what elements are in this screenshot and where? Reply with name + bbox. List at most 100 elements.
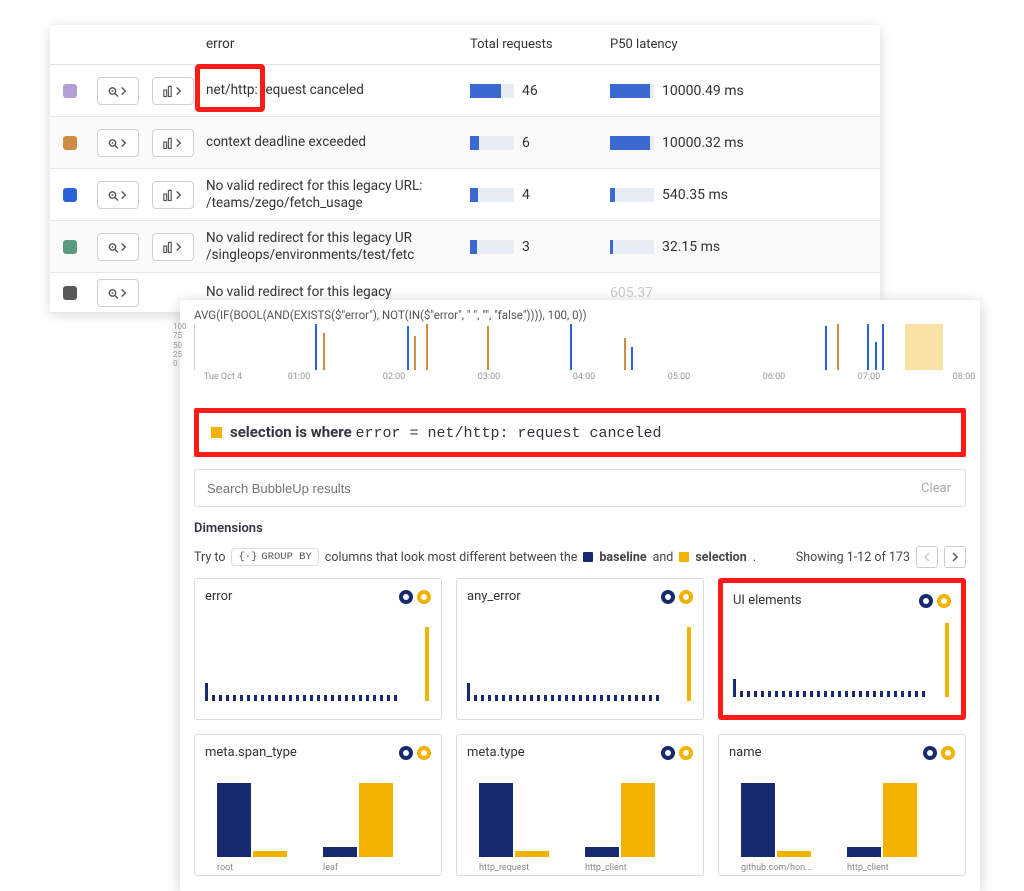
dimension-card-chart <box>205 777 431 857</box>
error-cell: context deadline exceeded <box>200 128 470 157</box>
total-cell: 3 <box>470 239 610 255</box>
series-swatch <box>63 286 77 300</box>
selection-swatch-icon <box>211 427 222 438</box>
dimension-card-chart <box>467 621 693 701</box>
series-swatch <box>63 188 77 202</box>
selection-ring-icon <box>679 590 693 604</box>
dimension-card-title: UI elements <box>733 593 802 608</box>
selection-ring-icon <box>417 746 431 760</box>
dimension-card-chart <box>733 617 951 697</box>
p50-cell: 10000.32 ms <box>610 135 780 151</box>
total-cell: 46 <box>470 83 610 99</box>
table-header-row: error Total requests P50 latency <box>50 25 880 65</box>
baseline-ring-icon <box>399 746 413 760</box>
dimension-card[interactable]: namegithub.com/hon...http_client <box>718 734 966 876</box>
bubbleup-icon-button[interactable] <box>152 77 194 105</box>
clear-button[interactable]: Clear <box>907 481 965 496</box>
dimensions-help-text: Try to {·} GROUP BY columns that look mo… <box>194 546 966 568</box>
groupby-pill[interactable]: {·} GROUP BY <box>231 548 318 566</box>
selection-ring-icon <box>941 746 955 760</box>
timeline-spike <box>323 333 325 370</box>
timeline-spike <box>315 324 317 370</box>
timeline-x-ticks: Tue Oct 401:0002:0003:0004:0005:0006:000… <box>194 372 966 386</box>
dimension-card-title: name <box>729 745 762 760</box>
trace-icon-button[interactable] <box>97 233 139 261</box>
table-row: No valid redirect for this legacy URL: /… <box>50 169 880 221</box>
baseline-ring-icon <box>923 746 937 760</box>
error-table-panel: error Total requests P50 latency net/htt… <box>50 25 880 313</box>
next-page-button[interactable] <box>944 546 966 568</box>
dimension-card-chart <box>467 777 693 857</box>
bubbleup-icon-button[interactable] <box>152 181 194 209</box>
total-cell: 6 <box>470 135 610 151</box>
bubbleup-search: Clear <box>194 469 966 507</box>
dimension-card-title: any_error <box>467 589 521 604</box>
selection-description: selection is where error = net/http: req… <box>194 408 966 457</box>
timeline-spike <box>487 326 489 370</box>
p50-cell: 540.35 ms <box>610 187 780 203</box>
prev-page-button[interactable] <box>916 546 938 568</box>
p50-cell: 10000.49 ms <box>610 83 780 99</box>
dimension-card[interactable]: error <box>194 578 442 720</box>
trace-icon-button[interactable] <box>97 181 139 209</box>
table-row: context deadline exceeded 6 10000.32 ms <box>50 117 880 169</box>
search-input[interactable] <box>195 481 907 496</box>
table-row: net/http: request canceled 46 10000.49 m… <box>50 65 880 117</box>
highlight-annotation <box>195 64 265 112</box>
bubbleup-icon-button[interactable] <box>152 129 194 157</box>
series-swatch <box>63 136 77 150</box>
timeline-y-ticks: 100 75 50 25 0 <box>173 322 187 368</box>
selection-expression: error = net/http: request canceled <box>355 425 661 442</box>
header-p50: P50 latency <box>610 37 780 52</box>
header-error: error <box>200 30 470 59</box>
dimension-card[interactable]: any_error <box>456 578 704 720</box>
error-cell: No valid redirect for this legacy UR /si… <box>200 224 470 270</box>
timeline-spike <box>882 324 884 370</box>
selection-prefix: selection is where <box>230 423 355 441</box>
dimension-cards-grid: error any_error UI elements meta.span_typer… <box>194 578 966 876</box>
timeline-chart[interactable]: 100 75 50 25 0 <box>194 324 966 370</box>
trace-icon-button[interactable] <box>97 129 139 157</box>
timeline-spike <box>624 338 626 370</box>
p50-cell: 32.15 ms <box>610 239 780 255</box>
bubbleup-panel: AVG(IF(BOOL(AND(EXISTS($"error"), NOT(IN… <box>180 300 980 891</box>
timeline-spike <box>414 336 416 371</box>
bubbleup-icon-button[interactable] <box>152 233 194 261</box>
total-cell: 4 <box>470 187 610 203</box>
baseline-ring-icon <box>919 594 933 608</box>
selection-ring-icon <box>417 590 431 604</box>
timeline-selection-range[interactable] <box>905 324 943 370</box>
dimension-card-title: meta.span_type <box>205 745 297 760</box>
pagination-text: Showing 1-12 of 173 <box>796 550 910 565</box>
series-swatch <box>63 84 77 98</box>
baseline-swatch-icon <box>583 552 593 562</box>
dimensions-title: Dimensions <box>194 521 966 536</box>
selection-ring-icon <box>937 594 951 608</box>
trace-icon-button[interactable] <box>97 77 139 105</box>
dimension-card-title: meta.type <box>467 745 525 760</box>
dimension-card-chart <box>205 621 431 701</box>
dimension-card[interactable]: UI elements <box>718 578 966 720</box>
table-row: No valid redirect for this legacy UR /si… <box>50 221 880 273</box>
selection-ring-icon <box>679 746 693 760</box>
selection-swatch-icon <box>679 552 689 562</box>
header-total: Total requests <box>470 37 610 52</box>
timeline-spike <box>837 324 839 370</box>
timeline-spike <box>825 326 827 370</box>
timeline-spike <box>426 324 428 370</box>
dimension-card-chart <box>729 777 955 857</box>
timeline-spike <box>631 347 633 370</box>
dimension-card[interactable]: meta.typehttp_requesthttp_client <box>456 734 704 876</box>
baseline-ring-icon <box>661 590 675 604</box>
baseline-ring-icon <box>399 590 413 604</box>
dimension-card-title: error <box>205 589 232 604</box>
timeline-spike <box>875 342 877 370</box>
series-swatch <box>63 240 77 254</box>
braces-icon: {·} <box>238 551 257 563</box>
timeline-spike <box>407 326 409 370</box>
dimension-card[interactable]: meta.span_typerootleaf <box>194 734 442 876</box>
trace-icon-button[interactable] <box>97 279 139 307</box>
timeline-spike <box>867 324 869 370</box>
p50-cell: 605.37 <box>610 285 780 301</box>
timeline-formula: AVG(IF(BOOL(AND(EXISTS($"error"), NOT(IN… <box>194 308 966 322</box>
